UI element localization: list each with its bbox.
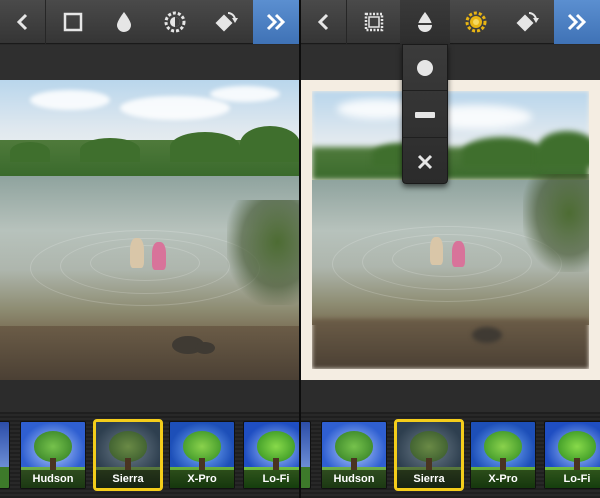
droplet-icon xyxy=(117,12,131,32)
lake-photo xyxy=(0,80,299,380)
chevron-left-icon xyxy=(317,13,328,31)
filter-label: Lo-Fi xyxy=(545,470,600,488)
rotate-tool-button[interactable] xyxy=(502,0,552,44)
back-button[interactable] xyxy=(0,0,46,44)
sun-gear-icon xyxy=(164,11,186,33)
photo-frame xyxy=(301,80,600,380)
droplet-icon xyxy=(418,12,432,32)
border-tool-button[interactable] xyxy=(349,0,399,44)
filter-thumb-sierra[interactable]: Sierra xyxy=(93,419,163,491)
left-screen: Hudson Sierra X-Pro Lo-Fi xyxy=(0,0,299,498)
radial-blur-option[interactable] xyxy=(403,45,447,91)
filter-strip: Hudson Sierra X-Pro Lo-Fi xyxy=(0,380,299,498)
filter-thumb-xpro[interactable]: X-Pro xyxy=(470,421,536,489)
stamp-frame-icon xyxy=(364,12,384,32)
filter-thumb-lofi[interactable]: Lo-Fi xyxy=(544,421,600,489)
back-button[interactable] xyxy=(301,0,347,44)
circle-icon xyxy=(417,59,433,76)
top-toolbar xyxy=(301,0,600,44)
bar-icon xyxy=(415,111,435,118)
sun-gear-icon xyxy=(465,11,487,33)
filter-thumb-lofi[interactable]: Lo-Fi xyxy=(243,421,299,489)
blur-off-option[interactable] xyxy=(403,139,447,185)
filter-label: X-Pro xyxy=(471,470,535,488)
filter-thumb-hudson[interactable]: Hudson xyxy=(20,421,86,489)
blur-tool-button[interactable] xyxy=(99,0,149,44)
filter-thumb-xpro[interactable]: X-Pro xyxy=(169,421,235,489)
lux-tool-button[interactable] xyxy=(451,0,501,44)
rotate-tool-button[interactable] xyxy=(201,0,251,44)
lake-photo-blurred xyxy=(312,91,589,369)
next-button[interactable] xyxy=(253,0,299,44)
blur-type-menu xyxy=(402,44,448,184)
border-tool-button[interactable] xyxy=(48,0,98,44)
filter-thumb[interactable] xyxy=(0,421,10,489)
rotate-icon xyxy=(215,12,238,32)
filter-thumb[interactable] xyxy=(301,421,311,489)
sub-toolbar xyxy=(301,45,600,80)
filter-label: Sierra xyxy=(397,470,461,488)
double-chevron-right-icon xyxy=(567,13,587,31)
photo-preview[interactable] xyxy=(312,91,589,369)
filter-label: Hudson xyxy=(21,470,85,488)
filter-label: Hudson xyxy=(322,470,386,488)
blur-tool-button[interactable] xyxy=(400,0,450,44)
linear-blur-option[interactable] xyxy=(403,92,447,138)
close-icon xyxy=(417,154,433,170)
filter-label: Lo-Fi xyxy=(244,470,299,488)
right-screen: Hudson Sierra X-Pro Lo-Fi xyxy=(301,0,600,498)
top-toolbar xyxy=(0,0,299,44)
filter-thumb-hudson[interactable]: Hudson xyxy=(321,421,387,489)
filter-label: Sierra xyxy=(96,470,160,488)
lux-tool-button[interactable] xyxy=(150,0,200,44)
double-chevron-right-icon xyxy=(266,13,286,31)
photo-preview[interactable] xyxy=(0,80,299,380)
filter-strip: Hudson Sierra X-Pro Lo-Fi xyxy=(301,380,600,498)
next-button[interactable] xyxy=(554,0,600,44)
filter-thumb-sierra[interactable]: Sierra xyxy=(394,419,464,491)
sub-toolbar xyxy=(0,45,299,80)
rotate-icon xyxy=(516,12,539,32)
square-frame-icon xyxy=(63,12,83,32)
filter-label: X-Pro xyxy=(170,470,234,488)
chevron-left-icon xyxy=(16,13,27,31)
